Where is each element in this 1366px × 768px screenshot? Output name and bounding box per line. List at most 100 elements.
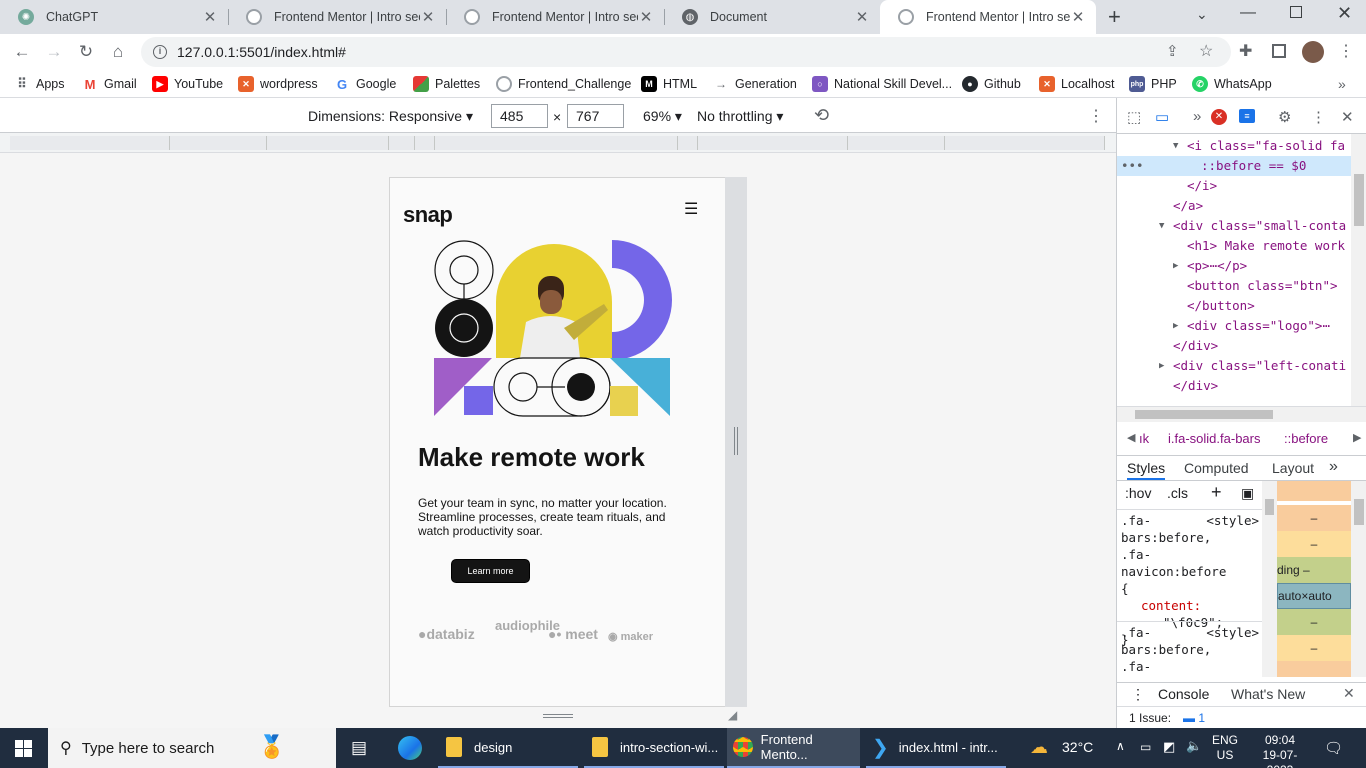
task-view-icon[interactable]: ▤ — [351, 738, 367, 758]
tab-chatgpt[interactable]: ✺ ChatGPT ✕ — [0, 0, 228, 34]
tab-console[interactable]: Console — [1158, 686, 1209, 702]
expand-arrow-icon[interactable]: ▶ — [1173, 256, 1178, 276]
media-query-segment[interactable] — [945, 136, 1105, 150]
tab-frontend-mentor-2[interactable]: Frontend Mentor | Intro secti ✕ — [446, 0, 664, 34]
media-query-segment[interactable] — [698, 136, 848, 150]
taskbar-app-vscode[interactable]: ❯ index.html - intr... — [866, 728, 1006, 768]
media-query-segment[interactable] — [389, 136, 415, 150]
styles-scrollbar[interactable] — [1262, 481, 1277, 677]
close-tab-icon[interactable]: ✕ — [1070, 8, 1086, 26]
tab-frontend-mentor-1[interactable]: Frontend Mentor | Intro secti ✕ — [228, 0, 446, 34]
close-tab-icon[interactable]: ✕ — [854, 8, 870, 26]
dom-node[interactable]: ▼ <div class="small-conta — [1117, 216, 1351, 236]
crumb-left-icon[interactable]: ◀ — [1127, 431, 1135, 444]
rule-source[interactable]: <style> — [1206, 512, 1259, 529]
show-hidden-icons[interactable]: ∧ — [1116, 739, 1125, 753]
expand-arrow-icon[interactable]: ▶ — [1173, 316, 1178, 336]
side-panel-icon[interactable] — [1272, 44, 1286, 58]
elements-scrollbar[interactable] — [1351, 134, 1366, 406]
media-query-segment[interactable] — [170, 136, 267, 150]
tab-styles[interactable]: Styles — [1127, 460, 1166, 480]
rule-source[interactable]: <style> — [1206, 624, 1259, 641]
rotate-icon[interactable]: ⟲ — [814, 105, 829, 126]
media-query-segment[interactable] — [10, 136, 170, 150]
issues-count-icon[interactable]: ≡ — [1239, 109, 1255, 123]
bookmark-palettes[interactable]: Palettes — [413, 75, 480, 93]
bookmark-whatsapp[interactable]: ✆ WhatsApp — [1192, 75, 1272, 93]
scroll-thumb[interactable] — [1354, 174, 1364, 226]
node-actions-icon[interactable]: ••• — [1121, 156, 1144, 176]
dom-node[interactable]: ▶ <div class="left-conati — [1117, 356, 1351, 376]
dom-node[interactable]: </div> — [1117, 376, 1351, 396]
drawer-menu-icon[interactable]: ⋮ — [1131, 686, 1145, 703]
media-query-bar[interactable] — [0, 133, 1116, 153]
hamburger-menu-icon[interactable]: ☰ — [684, 199, 698, 219]
dom-node[interactable]: </a> — [1117, 196, 1351, 216]
more-panes-icon[interactable]: » — [1329, 458, 1338, 476]
site-info-icon[interactable]: i — [153, 45, 167, 59]
elements-hscrollbar[interactable] — [1117, 406, 1366, 422]
bookmark-generation[interactable]: → Generation — [713, 75, 797, 93]
resize-handle-right[interactable] — [725, 177, 747, 707]
close-window-icon[interactable]: ✕ — [1337, 3, 1352, 24]
media-query-segment[interactable] — [678, 136, 698, 150]
dom-node[interactable]: <h1> Make remote work — [1117, 236, 1351, 256]
dimensions-dropdown[interactable]: Dimensions: Responsive ▾ — [308, 108, 473, 125]
devtools-menu-icon[interactable]: ⋮ — [1311, 108, 1326, 126]
dom-node[interactable]: ▼ <i class="fa-solid fa — [1117, 136, 1351, 156]
new-tab-button[interactable]: + — [1108, 4, 1121, 30]
bookmark-github[interactable]: ● Github — [962, 75, 1021, 93]
dom-node[interactable]: </i> — [1117, 176, 1351, 196]
close-devtools-icon[interactable]: ✕ — [1341, 108, 1354, 126]
back-icon[interactable]: ← — [11, 41, 33, 63]
tab-frontend-mentor-active[interactable]: Frontend Mentor | Intro secti ✕ — [880, 0, 1096, 34]
weather-icon[interactable]: ☁ — [1030, 737, 1048, 758]
tab-search-icon[interactable]: ⌄ — [1196, 6, 1208, 23]
taskbar-app-intro-section[interactable]: intro-section-wi... — [584, 728, 724, 768]
resize-corner-icon[interactable]: ◢ — [728, 708, 737, 722]
clock[interactable]: 09:0419-07-2023 — [1250, 733, 1310, 768]
height-input[interactable]: 767 — [567, 104, 624, 128]
extensions-icon[interactable]: ✚ — [1239, 41, 1252, 61]
crumb-item[interactable]: i.fa-solid.fa-bars — [1168, 431, 1260, 446]
collapse-arrow-icon[interactable]: ▼ — [1159, 216, 1164, 236]
close-tab-icon[interactable]: ✕ — [202, 8, 218, 26]
home-icon[interactable]: ⌂ — [107, 41, 129, 63]
tab-document[interactable]: ◍ Document ✕ — [664, 0, 880, 34]
issues-bar[interactable]: 1 Issue: ▬ 1 — [1117, 706, 1366, 728]
weather-temp[interactable]: 32°C — [1062, 739, 1093, 755]
bookmark-national-skill[interactable]: ○ National Skill Devel... — [812, 75, 952, 93]
reload-icon[interactable]: ↻ — [75, 41, 97, 63]
width-input[interactable]: 485 — [491, 104, 548, 128]
crumb-right-icon[interactable]: ▶ — [1353, 431, 1361, 444]
chrome-menu-icon[interactable]: ⋮ — [1338, 41, 1354, 61]
share-icon[interactable]: ⇪ — [1166, 42, 1179, 60]
close-drawer-icon[interactable]: ✕ — [1343, 685, 1355, 702]
elements-tree[interactable]: ▼ <i class="fa-solid fa •••::before == $0 <… — [1117, 134, 1351, 406]
bookmark-wordpress[interactable]: ✕ wordpress — [238, 75, 318, 93]
dom-node-selected[interactable]: •••::before == $0 — [1117, 156, 1351, 176]
network-icon[interactable]: ◩ — [1163, 739, 1175, 755]
style-rule-2[interactable]: <style> .fa-bars:before, .fa-navicon:bef… — [1121, 624, 1259, 677]
notifications-icon[interactable]: 🗨 — [1324, 739, 1343, 757]
more-tabs-icon[interactable]: » — [1193, 108, 1201, 125]
issues-badge[interactable]: ▬ 1 — [1183, 711, 1205, 725]
bookmark-star-icon[interactable]: ☆ — [1199, 41, 1213, 61]
edge-icon[interactable] — [398, 736, 422, 760]
battery-icon[interactable]: ▭ — [1140, 740, 1151, 754]
minimize-icon[interactable]: — — [1240, 4, 1256, 22]
throttling-dropdown[interactable]: No throttling ▾ — [697, 108, 783, 125]
zoom-dropdown[interactable]: 69% ▾ — [643, 108, 682, 125]
tab-whats-new[interactable]: What's New — [1231, 686, 1305, 702]
bookmark-gmail[interactable]: M Gmail — [82, 75, 137, 93]
dom-node[interactable]: </div> — [1117, 336, 1351, 356]
snap-logo[interactable]: snap — [403, 202, 453, 228]
language-indicator[interactable]: ENG US — [1212, 733, 1238, 763]
hov-toggle[interactable]: :hov — [1125, 485, 1151, 501]
bookmark-apps[interactable]: ⠿ Apps — [14, 75, 64, 93]
media-query-segment[interactable] — [415, 136, 435, 150]
cls-toggle[interactable]: .cls — [1167, 485, 1188, 501]
new-rule-icon[interactable]: + — [1211, 482, 1222, 503]
media-query-segment[interactable] — [267, 136, 389, 150]
bookmark-localhost[interactable]: ✕ Localhost — [1039, 75, 1115, 93]
